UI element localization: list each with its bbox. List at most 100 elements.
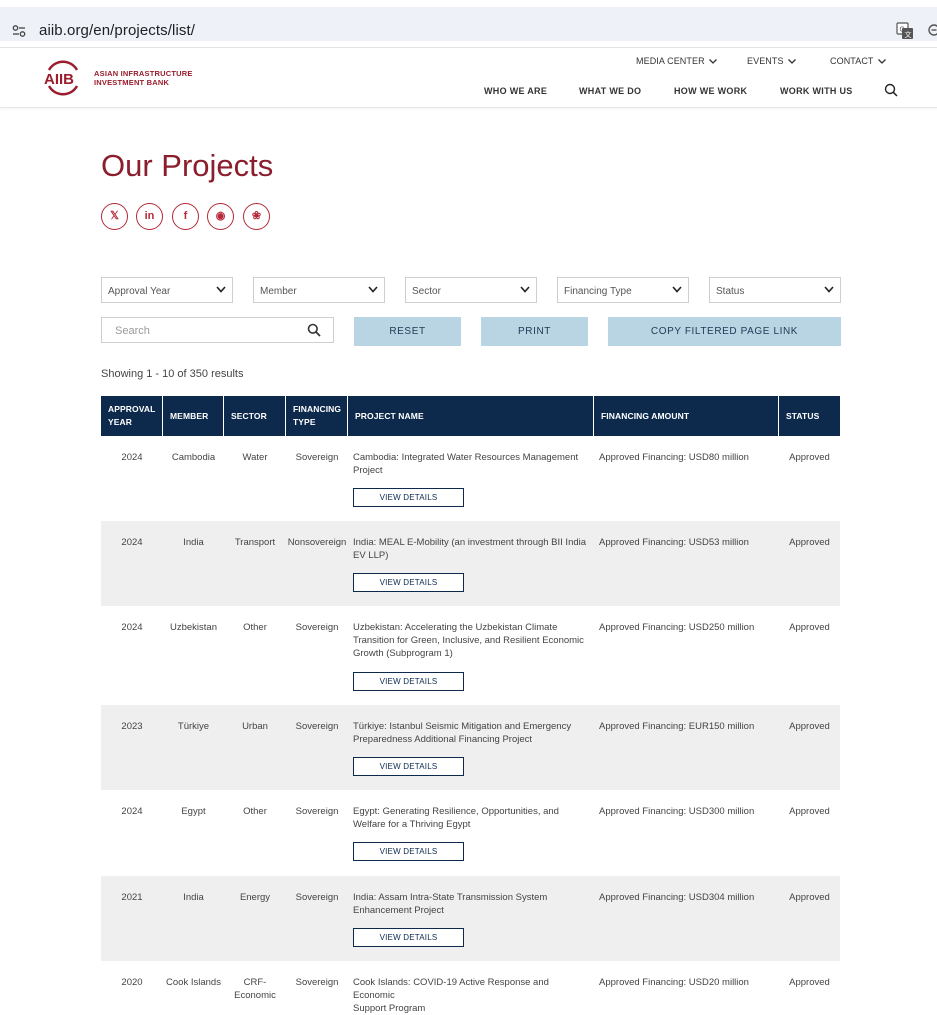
project-name-line: India: MEAL E-Mobility (an investment th… bbox=[353, 537, 587, 548]
status-select[interactable]: Status bbox=[709, 277, 841, 303]
translate-icon[interactable]: G 文 bbox=[896, 22, 914, 40]
chevron-down-icon bbox=[368, 286, 378, 293]
cell-year: 2024 bbox=[121, 452, 143, 463]
project-name-line: Transition for Green, Inclusive, and Res… bbox=[353, 635, 584, 646]
site-settings-icon[interactable] bbox=[12, 24, 26, 38]
chevron-down-icon bbox=[824, 286, 834, 293]
cell-financing-amount: Approved Financing: USD304 million bbox=[599, 892, 755, 903]
facebook-icon[interactable]: f bbox=[172, 203, 199, 230]
view-details-button[interactable]: VIEW DETAILS bbox=[353, 573, 464, 592]
zoom-icon[interactable] bbox=[927, 23, 937, 39]
aiib-logo[interactable]: AIIB ASIAN INFRASTRUCTURE INVESTMENT BAN… bbox=[43, 60, 203, 96]
project-name-line: Project bbox=[353, 465, 383, 476]
url-text[interactable]: aiib.org/en/projects/list/ bbox=[39, 22, 195, 39]
col-project-name[interactable]: PROJECT NAME bbox=[348, 396, 594, 436]
col-approval-year[interactable]: APPROVAL YEAR bbox=[101, 396, 163, 436]
cell-project-name[interactable]: Uzbekistan: Accelerating the Uzbekistan … bbox=[353, 621, 593, 660]
results-count: Showing 1 - 10 of 350 results bbox=[101, 368, 244, 380]
cell-financing-amount: Approved Financing: EUR150 million bbox=[599, 721, 755, 732]
search-icon[interactable] bbox=[307, 323, 321, 337]
chevron-down-icon bbox=[877, 59, 886, 65]
wechat-icon[interactable]: ❀ bbox=[243, 203, 270, 230]
cell-status: Approved bbox=[789, 892, 830, 903]
nav-media-center[interactable]: MEDIA CENTER bbox=[636, 56, 717, 66]
approval-year-select[interactable]: Approval Year bbox=[101, 277, 233, 303]
print-button[interactable]: PRINT bbox=[481, 317, 588, 346]
table-row: 2024 Uzbekistan Other Sovereign Uzbekistan: … bbox=[101, 606, 840, 705]
project-name-line: Uzbekistan: Accelerating the Uzbekistan … bbox=[353, 622, 558, 633]
cell-project-name[interactable]: Cambodia: Integrated Water Resources Man… bbox=[353, 451, 593, 477]
member-select[interactable]: Member bbox=[253, 277, 385, 303]
col-status[interactable]: STATUS bbox=[779, 396, 840, 436]
cell-project-name[interactable]: India: MEAL E-Mobility (an investment th… bbox=[353, 536, 593, 562]
view-details-button[interactable]: VIEW DETAILS bbox=[353, 928, 464, 947]
cell-financing-amount: Approved Financing: USD20 million bbox=[599, 977, 749, 988]
nav-events[interactable]: EVENTS bbox=[747, 56, 796, 66]
cell-project-name[interactable]: Cook Islands: COVID-19 Active Response a… bbox=[353, 976, 593, 1015]
view-details-button[interactable]: VIEW DETAILS bbox=[353, 488, 464, 507]
col-financing-amount-label: FINANCING AMOUNT bbox=[601, 410, 690, 421]
nav-what-we-do[interactable]: WHAT WE DO bbox=[579, 86, 641, 96]
cell-project-name[interactable]: India: Assam Intra-State Transmission Sy… bbox=[353, 891, 593, 917]
nav-events-label: EVENTS bbox=[747, 56, 784, 66]
nav-who-we-are[interactable]: WHO WE ARE bbox=[484, 86, 547, 96]
project-name-line: Cambodia: Integrated Water Resources Man… bbox=[353, 452, 579, 463]
wechat-glyph: ❀ bbox=[251, 210, 262, 222]
address-bar[interactable]: aiib.org/en/projects/list/ G 文 bbox=[0, 7, 937, 41]
cell-financing-amount: Approved Financing: USD53 million bbox=[599, 537, 749, 548]
sector-select[interactable]: Sector bbox=[405, 277, 537, 303]
x-icon[interactable]: 𝕏 bbox=[101, 203, 128, 230]
cell-status: Approved bbox=[789, 622, 830, 633]
cell-status: Approved bbox=[789, 537, 830, 548]
reset-button[interactable]: RESET bbox=[354, 317, 461, 346]
project-name-line: Cook Islands: COVID-19 Active Response a… bbox=[353, 977, 549, 1001]
cell-financing-amount: Approved Financing: USD300 million bbox=[599, 806, 755, 817]
project-name-line: Growth (Subprogram 1) bbox=[353, 648, 453, 659]
table-row: 2024 Egypt Other Sovereign Egypt: Generating… bbox=[101, 790, 840, 876]
view-details-button[interactable]: VIEW DETAILS bbox=[353, 672, 464, 691]
col-financing-amount[interactable]: FINANCING AMOUNT bbox=[594, 396, 779, 436]
cell-year: 2024 bbox=[121, 806, 143, 817]
project-name-line: Welfare for a Thriving Egypt bbox=[353, 819, 471, 830]
cell-member: Cambodia bbox=[171, 452, 216, 463]
project-name-line: EV LLP) bbox=[353, 550, 389, 561]
col-approval-year-line2: YEAR bbox=[108, 417, 133, 427]
status-select-label: Status bbox=[716, 286, 745, 297]
linkedin-icon[interactable]: in bbox=[136, 203, 163, 230]
approval-year-select-label: Approval Year bbox=[108, 286, 171, 297]
logo-wordmark: ASIAN INFRASTRUCTURE INVESTMENT BANK bbox=[94, 69, 193, 87]
linkedin-glyph: in bbox=[144, 210, 155, 222]
col-member[interactable]: MEMBER bbox=[163, 396, 224, 436]
nav-contact[interactable]: CONTACT bbox=[830, 56, 886, 66]
weibo-icon[interactable]: ◉ bbox=[207, 203, 234, 230]
nav-how-we-work[interactable]: HOW WE WORK bbox=[674, 86, 747, 96]
cell-year: 2024 bbox=[121, 622, 143, 633]
financing-type-select[interactable]: Financing Type bbox=[557, 277, 689, 303]
logo-mark-text: AIIB bbox=[44, 71, 74, 88]
browser-toolbar: aiib.org/en/projects/list/ G 文 bbox=[0, 0, 937, 48]
search-input[interactable]: Search bbox=[101, 317, 334, 343]
col-sector[interactable]: SECTOR bbox=[224, 396, 286, 436]
table-row: 2024 India Transport Nonsovereign India: MEA… bbox=[101, 521, 840, 606]
cell-project-name[interactable]: Egypt: Generating Resilience, Opportunit… bbox=[353, 805, 593, 831]
table-row: 2020 Cook Islands CRF-Economic Sovereign Coo… bbox=[101, 961, 840, 1014]
svg-text:文: 文 bbox=[905, 30, 912, 39]
view-details-button[interactable]: VIEW DETAILS bbox=[353, 757, 464, 776]
cell-year: 2024 bbox=[121, 537, 143, 548]
table-row: 2021 India Energy Sovereign India: Assam Int… bbox=[101, 876, 840, 961]
table-row: 2023 Türkiye Urban Sovereign Türkiye: Istanb… bbox=[101, 705, 840, 790]
nav-work-with-us[interactable]: WORK WITH US bbox=[780, 86, 853, 96]
cell-member: India bbox=[183, 537, 204, 548]
col-financing-type-line2: TYPE bbox=[293, 417, 316, 427]
search-icon[interactable] bbox=[884, 83, 898, 97]
copy-filtered-link-button[interactable]: COPY FILTERED PAGE LINK bbox=[608, 317, 841, 346]
cell-sector: Water bbox=[242, 452, 268, 463]
project-name-line: Egypt: Generating Resilience, Opportunit… bbox=[353, 806, 559, 817]
view-details-button[interactable]: VIEW DETAILS bbox=[353, 842, 464, 861]
cell-project-name[interactable]: Türkiye: Istanbul Seismic Mitigation and… bbox=[353, 720, 593, 746]
logo-mark-icon: AIIB bbox=[44, 60, 79, 96]
cell-status: Approved bbox=[789, 806, 830, 817]
col-financing-type[interactable]: FINANCING TYPE bbox=[286, 396, 348, 436]
cell-financing-type: Sovereign bbox=[295, 892, 339, 903]
financing-type-select-label: Financing Type bbox=[564, 286, 632, 297]
